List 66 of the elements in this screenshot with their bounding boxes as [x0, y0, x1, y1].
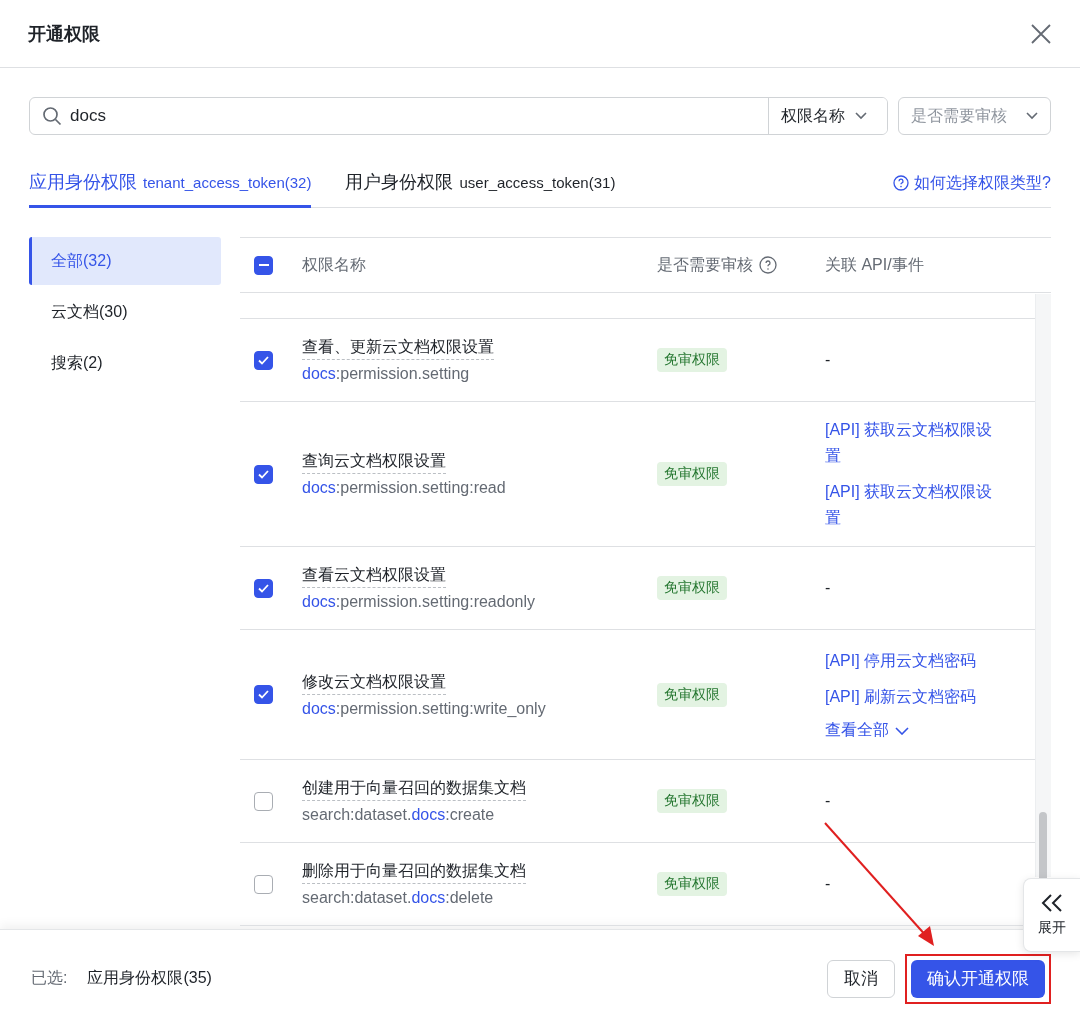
- row-checkbox[interactable]: [254, 578, 273, 598]
- sidebar-item[interactable]: 全部(32): [29, 237, 221, 285]
- api-link[interactable]: [API] 刷新云文档密码: [825, 684, 1007, 710]
- permission-name: 查看、更新云文档权限设置: [302, 337, 494, 360]
- dialog-title: 开通权限: [28, 22, 100, 46]
- search-icon: [42, 106, 62, 126]
- scrollbar[interactable]: [1035, 294, 1051, 877]
- search-field[interactable]: docs 权限名称: [29, 97, 888, 135]
- review-tag: 免审权限: [657, 576, 727, 600]
- api-link[interactable]: [API] 获取云文档权限设置: [825, 479, 1007, 531]
- api-link[interactable]: [API] 获取云文档权限设置: [825, 417, 1007, 469]
- help-link[interactable]: 如何选择权限类型?: [893, 172, 1051, 194]
- column-header: 是否需要审核: [657, 254, 753, 275]
- permission-code: docs:permission.setting: [302, 365, 471, 383]
- double-chevron-left-icon: [1040, 893, 1064, 913]
- review-tag: 免审权限: [657, 348, 727, 372]
- permission-name: 查看云文档权限设置: [302, 565, 446, 588]
- empty-value: -: [825, 579, 831, 597]
- field-select[interactable]: 权限名称: [768, 98, 887, 134]
- row-checkbox[interactable]: [254, 791, 273, 811]
- permission-code: search:dataset.docs:create: [302, 806, 496, 824]
- empty-value: -: [825, 792, 831, 810]
- expand-button[interactable]: 展开: [1023, 878, 1080, 952]
- permission-code: docs:permission.setting:read: [302, 479, 507, 497]
- permission-code: docs:permission.setting:readonly: [302, 593, 536, 611]
- api-link[interactable]: [API] 停用云文档密码: [825, 648, 1007, 674]
- minus-icon: [258, 264, 269, 266]
- check-icon: [258, 469, 269, 479]
- help-icon: [759, 256, 777, 274]
- tab[interactable]: 用户身份权限 user_access_token(31): [345, 159, 616, 208]
- cancel-button[interactable]: 取消: [827, 959, 895, 998]
- tab[interactable]: 应用身份权限 tenant_access_token(32): [29, 159, 312, 208]
- review-tag: 免审权限: [657, 789, 727, 813]
- permission-code: search:dataset.docs:delete: [302, 889, 495, 907]
- review-tag: 免审权限: [657, 872, 727, 896]
- permission-name: 创建用于向量召回的数据集文档: [302, 778, 526, 801]
- view-all-link[interactable]: 查看全部: [825, 720, 1035, 741]
- confirm-button[interactable]: 确认开通权限: [911, 959, 1045, 998]
- empty-value: -: [825, 875, 831, 893]
- empty-value: -: [825, 351, 831, 369]
- row-checkbox[interactable]: [254, 874, 273, 894]
- sidebar-item[interactable]: 搜索(2): [29, 339, 221, 387]
- chevron-down-icon: [895, 726, 909, 735]
- review-filter[interactable]: 是否需要审核: [898, 97, 1051, 135]
- row-checkbox[interactable]: [254, 464, 273, 484]
- check-icon: [258, 690, 269, 699]
- column-header: 关联 API/事件: [825, 254, 925, 275]
- permission-code: docs:permission.setting:write_only: [302, 699, 547, 718]
- review-tag: 免审权限: [657, 682, 727, 707]
- chevron-down-icon: [1026, 112, 1038, 120]
- check-icon: [258, 355, 269, 365]
- chevron-down-icon: [855, 112, 867, 120]
- permission-name: 修改云文档权限设置: [302, 671, 446, 695]
- sidebar-item[interactable]: 云文档(30): [29, 288, 221, 336]
- row-checkbox[interactable]: [254, 685, 273, 704]
- select-all-checkbox[interactable]: [254, 255, 273, 275]
- help-icon: [893, 175, 910, 191]
- review-tag: 免审权限: [657, 462, 727, 486]
- check-icon: [258, 583, 269, 593]
- permission-name: 删除用于向量召回的数据集文档: [302, 861, 526, 884]
- close-button[interactable]: [1030, 22, 1052, 45]
- selected-label: 已选:: [31, 968, 68, 988]
- selected-value: 应用身份权限(35): [87, 968, 212, 988]
- row-checkbox[interactable]: [254, 350, 273, 370]
- column-header: 权限名称: [302, 254, 367, 275]
- permission-name: 查询云文档权限设置: [302, 451, 446, 474]
